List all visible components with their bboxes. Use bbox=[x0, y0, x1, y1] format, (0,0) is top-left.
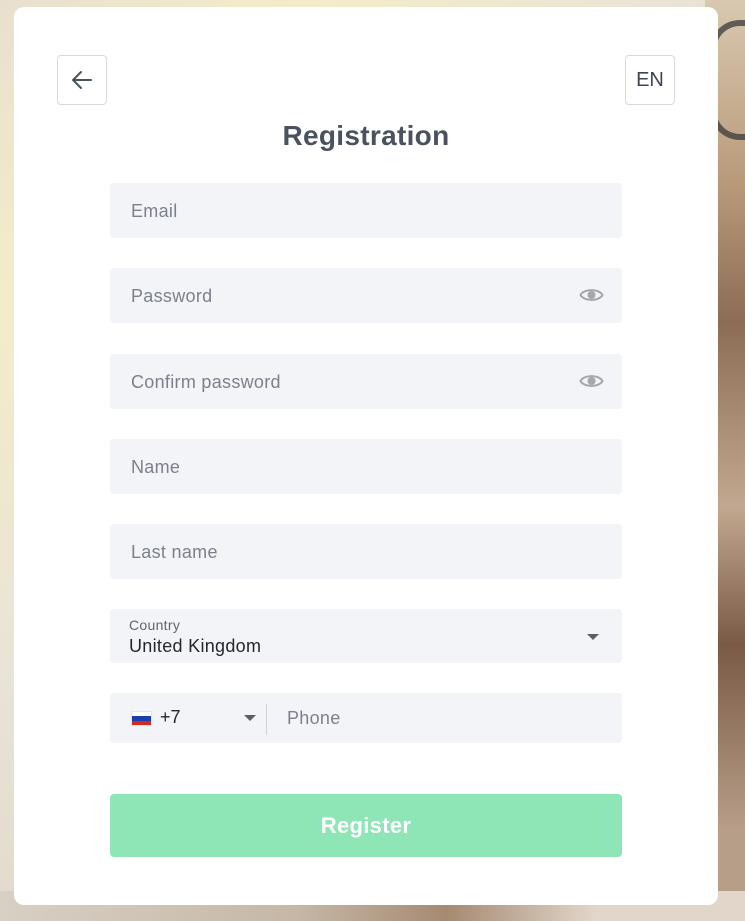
chevron-down-icon[interactable] bbox=[244, 715, 256, 721]
back-button[interactable] bbox=[57, 55, 107, 105]
last-name-field[interactable]: Last name bbox=[110, 524, 622, 579]
language-button[interactable]: EN bbox=[625, 55, 675, 105]
phone-input[interactable]: Phone bbox=[287, 708, 341, 729]
eye-icon[interactable] bbox=[579, 371, 604, 391]
arrow-left-icon bbox=[72, 71, 92, 89]
phone-divider bbox=[266, 704, 267, 735]
password-field[interactable]: Password bbox=[110, 268, 622, 323]
password-placeholder: Password bbox=[131, 286, 213, 306]
confirm-password-placeholder: Confirm password bbox=[131, 372, 281, 392]
email-placeholder: Email bbox=[131, 201, 178, 221]
last-name-placeholder: Last name bbox=[131, 542, 218, 562]
confirm-password-field[interactable]: Confirm password bbox=[110, 354, 622, 409]
name-placeholder: Name bbox=[131, 457, 181, 477]
name-field[interactable]: Name bbox=[110, 439, 622, 494]
phone-country-code[interactable]: +7 bbox=[160, 707, 181, 728]
chevron-down-icon bbox=[587, 634, 599, 640]
email-field[interactable]: Email bbox=[110, 183, 622, 238]
page-title: Registration bbox=[282, 120, 450, 151]
registration-card: EN Registration Email Password Confirm p… bbox=[14, 7, 718, 905]
russia-flag-icon[interactable] bbox=[131, 711, 152, 726]
country-value: United Kingdom bbox=[129, 636, 262, 656]
country-select[interactable]: Country United Kingdom bbox=[110, 609, 622, 663]
eye-icon[interactable] bbox=[579, 285, 604, 305]
phone-field: +7 Phone bbox=[110, 693, 622, 743]
register-button[interactable]: Register bbox=[110, 794, 622, 857]
language-label: EN bbox=[636, 68, 664, 91]
country-label: Country bbox=[129, 617, 181, 633]
